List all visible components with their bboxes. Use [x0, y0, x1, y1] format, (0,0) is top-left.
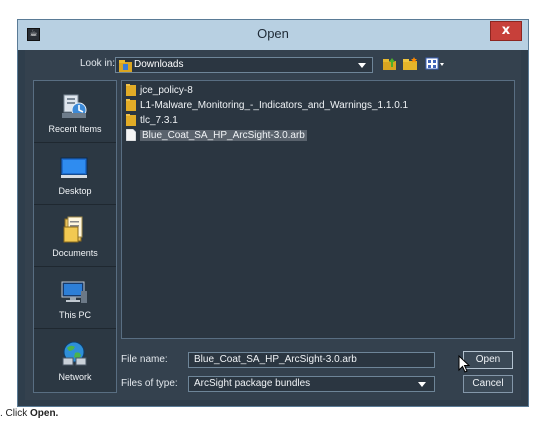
file-name: L1-Malware_Monitoring_-_Indicators_and_W… — [140, 100, 409, 111]
title-bar[interactable]: ☕ Open x — [18, 20, 528, 50]
look-in-label: Look in: — [80, 58, 116, 69]
documents-icon — [63, 216, 83, 243]
place-label: Recent Items — [48, 124, 102, 134]
place-recent-items[interactable]: Recent Items — [34, 81, 116, 143]
place-label: Desktop — [58, 186, 92, 196]
close-button[interactable]: x — [490, 21, 522, 41]
look-in-value: Downloads — [134, 59, 184, 70]
file-type-value: ArcSight package bundles — [194, 378, 311, 389]
folder-icon — [126, 114, 136, 127]
place-label: Network — [58, 372, 92, 382]
folder-icon — [126, 99, 136, 112]
mouse-cursor-icon — [458, 355, 470, 373]
caption-prefix: . Click — [0, 408, 30, 419]
file-icon — [126, 129, 136, 142]
cancel-button[interactable]: Cancel — [463, 375, 513, 393]
open-dialog: ☕ Open x Look in: Downloads Recent Items… — [17, 19, 529, 407]
dialog-title: Open — [257, 26, 289, 41]
caption-bold: Open. — [30, 408, 59, 419]
file-name: tlc_7.3.1 — [140, 115, 178, 126]
chevron-down-icon[interactable] — [358, 63, 366, 68]
place-label: Documents — [52, 248, 98, 258]
chevron-down-icon[interactable] — [418, 382, 426, 387]
list-item-selected[interactable]: Blue_Coat_SA_HP_ArcSight-3.0.arb — [126, 129, 307, 143]
file-name: Blue_Coat_SA_HP_ArcSight-3.0.arb — [140, 130, 307, 141]
place-desktop[interactable]: Desktop — [34, 143, 116, 205]
recent-items-icon — [62, 94, 87, 118]
places-sidebar: Recent Items Desktop Documents This PC N… — [33, 80, 117, 393]
new-folder-icon[interactable] — [402, 56, 420, 72]
list-item[interactable]: jce_policy-8 — [126, 84, 193, 98]
folder-icon — [126, 84, 136, 97]
network-icon — [62, 341, 87, 366]
file-name-label: File name: — [121, 354, 168, 365]
dialog-content: Look in: Downloads Recent Items Desktop … — [25, 50, 521, 400]
view-menu-icon[interactable] — [425, 56, 447, 72]
up-folder-icon[interactable] — [382, 56, 398, 72]
place-this-pc[interactable]: This PC — [34, 267, 116, 329]
desktop-icon — [60, 157, 88, 178]
file-list[interactable]: jce_policy-8 L1-Malware_Monitoring_-_Ind… — [121, 80, 515, 339]
file-name-field[interactable]: Blue_Coat_SA_HP_ArcSight-3.0.arb — [188, 352, 435, 368]
file-type-select[interactable]: ArcSight package bundles — [188, 376, 435, 392]
look-in-combo[interactable]: Downloads — [115, 57, 373, 73]
file-type-label: Files of type: — [121, 378, 178, 389]
file-name: jce_policy-8 — [140, 85, 193, 96]
place-documents[interactable]: Documents — [34, 205, 116, 267]
place-network[interactable]: Network — [34, 329, 116, 390]
list-item[interactable]: tlc_7.3.1 — [126, 114, 178, 128]
open-button[interactable]: Open — [463, 351, 513, 369]
list-item[interactable]: L1-Malware_Monitoring_-_Indicators_and_W… — [126, 99, 408, 113]
instruction-caption: . Click Open. — [0, 408, 58, 419]
folder-icon — [119, 60, 132, 72]
place-label: This PC — [58, 310, 91, 320]
computer-icon — [61, 281, 87, 303]
